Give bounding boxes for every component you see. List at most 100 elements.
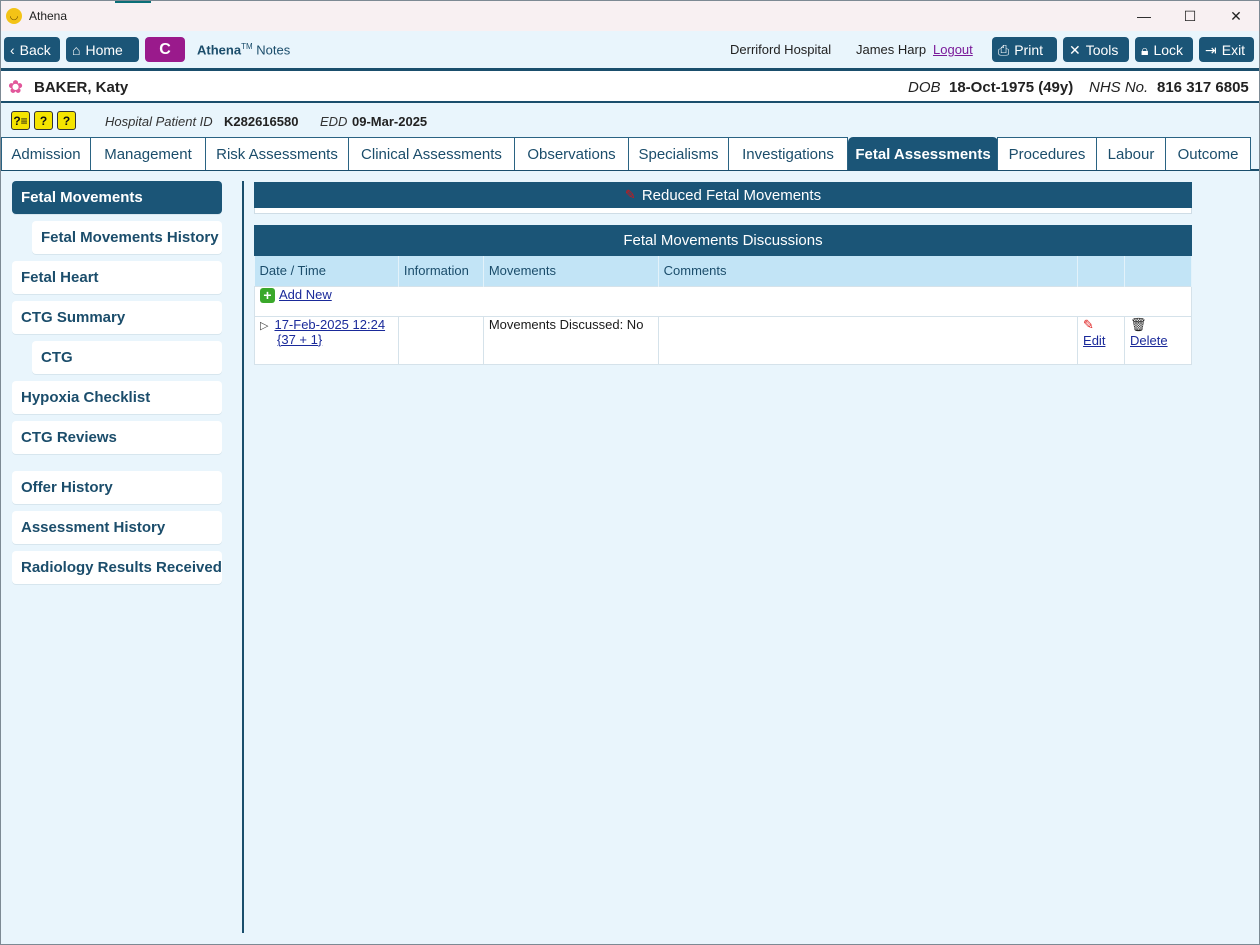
delete-cell: 🗑︎Delete — [1124, 315, 1192, 365]
patient-name: BAKER, Katy — [34, 79, 129, 96]
reduced-fetal-movements-body — [254, 208, 1192, 214]
information-cell — [397, 315, 484, 365]
col-header-movements: Movements — [483, 256, 659, 286]
exit-button[interactable]: ⇥ Exit — [1199, 37, 1254, 62]
discussions-header: Fetal Movements Discussions — [254, 225, 1192, 256]
dob-label: DOB — [908, 79, 941, 96]
close-icon[interactable]: ✕ — [1213, 1, 1259, 31]
col-header-comments: Comments — [658, 256, 1079, 286]
brand-name: Athena — [197, 42, 242, 58]
edd-value: 09-Mar-2025 — [352, 114, 428, 129]
patient-banner: ✿ BAKER, Katy DOB 18-Oct-1975 (49y) NHS … — [1, 71, 1259, 103]
brand-tm: TM — [241, 42, 253, 51]
tab-specialisms[interactable]: Specialisms — [628, 137, 729, 170]
tab-observations[interactable]: Observations — [514, 137, 629, 170]
pen-icon: ✎ — [624, 187, 636, 202]
chevron-left-icon: ‹ — [10, 41, 15, 58]
list-help-icon[interactable]: ?≡ — [11, 111, 30, 130]
sidebar-item-ctg-summary[interactable]: CTG Summary — [12, 301, 222, 334]
movements-cell: Movements Discussed: No — [482, 315, 659, 365]
sidebar-divider — [242, 181, 244, 933]
window-controls: — ☐ ✕ — [1121, 1, 1259, 31]
add-plus-icon: + — [260, 287, 275, 303]
tab-management[interactable]: Management — [90, 137, 206, 170]
back-button[interactable]: ‹ Back — [4, 37, 60, 62]
athena-app-icon: ◡ — [6, 8, 22, 24]
patient-info-row: ?≡ ? ? Hospital Patient ID K282616580 ED… — [1, 105, 1259, 137]
minimize-icon[interactable]: — — [1121, 1, 1167, 31]
lock-icon: 🔒︎ — [1141, 41, 1149, 58]
table-header-row: Date / Time Information Movements Commen… — [254, 256, 1192, 286]
tools-button[interactable]: ✕ Tools — [1063, 37, 1129, 62]
flower-icon: ✿ — [8, 77, 24, 97]
tab-investigations[interactable]: Investigations — [728, 137, 848, 170]
lock-button[interactable]: 🔒︎ Lock — [1135, 37, 1193, 62]
add-new-cell: + Add New — [254, 285, 1192, 317]
tab-admission[interactable]: Admission — [1, 137, 91, 170]
sidebar-item-ctg-reviews[interactable]: CTG Reviews — [12, 421, 222, 454]
wrench-icon: ✕ — [1069, 41, 1081, 58]
user-name: James Harp — [856, 42, 927, 57]
expand-triangle-icon[interactable]: ▷ — [260, 320, 268, 332]
tab-risk-assessments[interactable]: Risk Assessments — [205, 137, 349, 170]
window-title: Athena — [29, 9, 68, 23]
add-new-row: + Add New — [254, 285, 1192, 317]
reduced-fetal-movements-header[interactable]: ✎ Reduced Fetal Movements — [254, 182, 1192, 208]
tools-label: Tools — [1085, 41, 1119, 58]
print-button[interactable]: ⎙ Print — [992, 37, 1057, 62]
table-row: ▷ 17-Feb-2025 12:24 {37 + 1} Movements Di… — [254, 315, 1192, 365]
delete-link[interactable]: Delete — [1130, 333, 1168, 348]
brand-suffix: Notes — [256, 42, 291, 58]
sidebar-item-hypoxia-checklist[interactable]: Hypoxia Checklist — [12, 381, 222, 414]
question-icon[interactable]: ? — [57, 111, 76, 130]
edit-link[interactable]: Edit — [1083, 333, 1105, 348]
title-bar: ◡ Athena — ☐ ✕ — [1, 1, 1259, 31]
sidebar-item-assessment-history[interactable]: Assessment History — [12, 511, 222, 544]
printer-icon: ⎙ — [998, 41, 1010, 58]
home-icon: ⌂ — [72, 41, 81, 58]
main-tabs: Admission Management Risk Assessments Cl… — [1, 137, 1259, 171]
entry-date-link[interactable]: 17-Feb-2025 12:24 — [274, 317, 385, 332]
sidebar-item-fetal-movements[interactable]: Fetal Movements — [12, 181, 222, 214]
col-header-edit — [1077, 256, 1125, 286]
col-header-delete — [1124, 256, 1192, 286]
entry-gestation-link[interactable]: {37 + 1} — [277, 332, 322, 347]
col-header-date-time: Date / Time — [254, 256, 399, 286]
print-label: Print — [1014, 41, 1043, 58]
tab-outcome[interactable]: Outcome — [1165, 137, 1251, 170]
hospital-id-value: K282616580 — [224, 114, 299, 129]
hospital-id-label: Hospital Patient ID — [105, 114, 213, 129]
c-button[interactable]: C — [145, 37, 185, 62]
maximize-icon[interactable]: ☐ — [1167, 1, 1213, 31]
logout-link[interactable]: Logout — [933, 42, 973, 57]
sidebar-item-fetal-heart[interactable]: Fetal Heart — [12, 261, 222, 294]
add-new-link[interactable]: Add New — [279, 287, 332, 302]
tab-clinical-assessments[interactable]: Clinical Assessments — [348, 137, 515, 170]
sidebar-item-fetal-movements-history[interactable]: Fetal Movements History — [32, 221, 222, 254]
nhs-label: NHS No. — [1089, 79, 1149, 96]
help-icon[interactable]: ? — [34, 111, 53, 130]
dob-value: 18-Oct-1975 (49y) — [949, 79, 1074, 96]
home-button[interactable]: ⌂ Home — [66, 37, 139, 62]
sidebar-item-radiology-results[interactable]: Radiology Results Received — [12, 551, 222, 584]
hospital-name: Derriford Hospital — [730, 42, 832, 57]
comments-cell — [657, 315, 1079, 365]
reduced-fetal-movements-title: Reduced Fetal Movements — [641, 186, 822, 204]
title-accent — [115, 1, 151, 3]
edit-cell: ✎ Edit — [1077, 315, 1125, 365]
trash-icon: 🗑︎ — [1130, 316, 1147, 332]
tab-labour[interactable]: Labour — [1096, 137, 1166, 170]
nhs-value: 816 317 6805 — [1157, 79, 1249, 96]
edit-pen-icon: ✎ — [1083, 316, 1094, 332]
date-time-cell: ▷ 17-Feb-2025 12:24 {37 + 1} — [254, 315, 399, 365]
app-window: ◡ Athena — ☐ ✕ ‹ Back ⌂ Home C AthenaTM … — [0, 0, 1260, 945]
home-label: Home — [85, 41, 123, 58]
lock-label: Lock — [1153, 41, 1184, 58]
sidebar-item-ctg[interactable]: CTG — [32, 341, 222, 374]
edd-label: EDD — [320, 114, 348, 129]
tab-fetal-assessments[interactable]: Fetal Assessments — [848, 137, 998, 170]
toolbar: ‹ Back ⌂ Home C AthenaTM Notes Derriford… — [1, 31, 1259, 68]
exit-label: Exit — [1221, 41, 1246, 58]
tab-procedures[interactable]: Procedures — [997, 137, 1097, 170]
sidebar-item-offer-history[interactable]: Offer History — [12, 471, 222, 504]
